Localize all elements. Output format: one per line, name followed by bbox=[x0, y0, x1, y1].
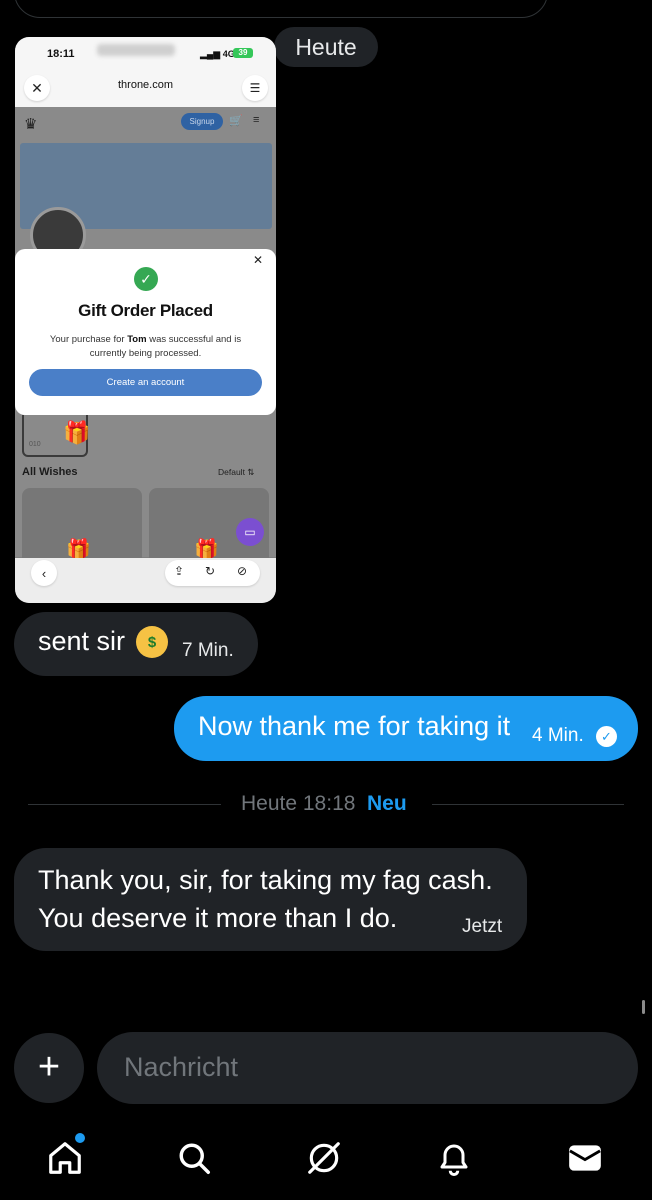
grok-icon bbox=[308, 1142, 340, 1174]
envelope-icon bbox=[569, 1145, 601, 1171]
screenshot-sort: Default ⇅ bbox=[218, 467, 255, 477]
bell-icon bbox=[440, 1144, 468, 1176]
nav-notifications-button[interactable] bbox=[434, 1138, 474, 1178]
home-notification-dot bbox=[73, 1131, 87, 1145]
divider-new-label: Neu bbox=[367, 792, 407, 815]
message-text-line: You deserve it more than I do. bbox=[38, 903, 398, 933]
screenshot-url: throne.com bbox=[117, 79, 174, 91]
divider-time: Heute 18:18 bbox=[241, 792, 356, 815]
cart-icon: 🛒 bbox=[229, 115, 243, 127]
modal-description: Your purchase for Tom was successful and… bbox=[35, 333, 256, 361]
chat-widget-icon: ▭ bbox=[236, 518, 264, 546]
add-attachment-button[interactable]: + bbox=[14, 1033, 84, 1103]
read-check-icon: ✓ bbox=[596, 726, 617, 747]
message-text: Now thank me for taking it bbox=[198, 711, 511, 741]
signal-icon: ▂▄▆ bbox=[200, 49, 221, 59]
modal-desc-before: Your purchase for bbox=[49, 334, 128, 345]
message-input-placeholder: Nachricht bbox=[124, 1052, 239, 1082]
message-time: 7 Min. bbox=[182, 640, 234, 661]
reload-icon: ↻ bbox=[205, 564, 216, 578]
divider-line-left bbox=[28, 804, 221, 805]
message-time: 4 Min. bbox=[532, 725, 584, 746]
message-text: sent sir bbox=[38, 626, 126, 656]
nav-search-button[interactable] bbox=[174, 1138, 214, 1178]
throne-logo-icon: ♛ bbox=[24, 116, 38, 133]
gift-outline-icon: 🎁 bbox=[63, 420, 91, 445]
screenshot-status-time: 18:11 bbox=[47, 48, 75, 60]
screenshot-card-number: 010 bbox=[29, 441, 41, 448]
message-bubble-incoming[interactable] bbox=[14, 848, 527, 951]
divider-line-right bbox=[432, 804, 624, 805]
success-check-icon: ✓ bbox=[134, 267, 158, 291]
compass-icon: ⊘ bbox=[237, 564, 248, 578]
back-icon: ‹ bbox=[31, 560, 57, 586]
money-mouth-emoji-icon: $ bbox=[136, 626, 168, 658]
modal-title: Gift Order Placed bbox=[78, 301, 213, 320]
search-icon bbox=[179, 1143, 210, 1174]
previous-message-bubble bbox=[14, 0, 548, 18]
modal-create-account-button: Create an account bbox=[29, 369, 262, 396]
nav-messages-button[interactable] bbox=[565, 1138, 605, 1178]
screenshot-all-wishes: All Wishes bbox=[22, 466, 78, 478]
share-icon: ⇪ bbox=[174, 564, 185, 578]
day-label: Heute bbox=[274, 27, 378, 67]
plus-icon: + bbox=[37, 1045, 61, 1088]
message-time: Jetzt bbox=[462, 916, 503, 937]
image-attachment[interactable]: 18:11 ▂▄▆ 4G 39 ✕ throne.com ☰ ♛ Signup … bbox=[15, 37, 276, 603]
screenshot-network: ▂▄▆ 4G bbox=[200, 49, 235, 60]
scrollbar-thumb[interactable] bbox=[642, 1000, 645, 1014]
modal-close-icon: ✕ bbox=[253, 253, 264, 267]
modal-desc-name: Tom bbox=[127, 334, 147, 345]
hamburger-icon: ≡ bbox=[253, 114, 260, 126]
browser-menu-icon: ☰ bbox=[242, 75, 268, 101]
battery-icon: 39 bbox=[233, 48, 253, 58]
screenshot-signup-button: Signup bbox=[181, 113, 223, 130]
nav-grok-button[interactable] bbox=[304, 1138, 344, 1178]
screenshot-blurred-area bbox=[97, 44, 175, 56]
message-text-line: Thank you, sir, for taking my fag cash. bbox=[38, 865, 493, 895]
